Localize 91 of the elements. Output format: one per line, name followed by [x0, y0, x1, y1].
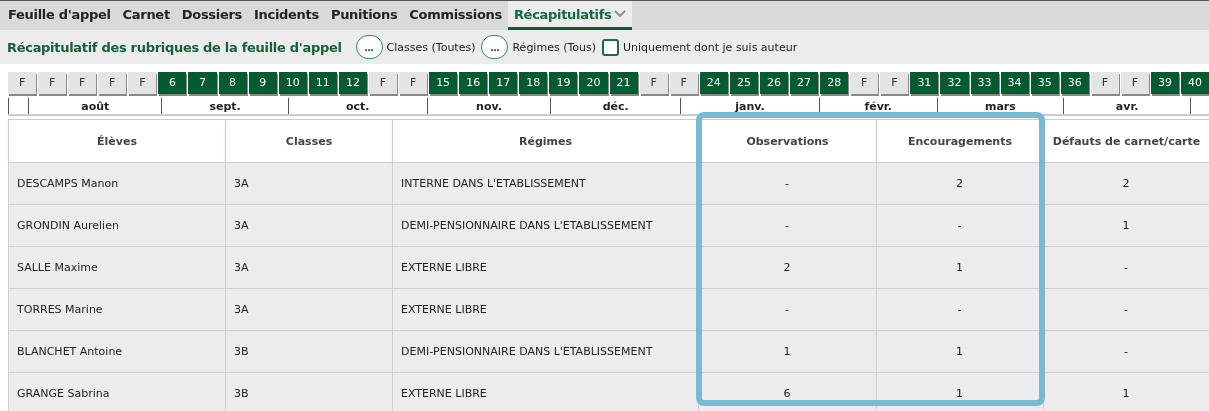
week-cell[interactable]: 28: [820, 72, 849, 94]
page-title: Récapitulatif des rubriques de la feuille d'appel: [7, 39, 342, 55]
tab[interactable]: Punitions: [324, 1, 404, 30]
tab[interactable]: Dossiers: [175, 1, 249, 30]
table-cell: -: [1043, 246, 1209, 289]
week-cell[interactable]: 39: [1150, 72, 1180, 94]
table-cell: 1: [1043, 204, 1209, 247]
filter-label: Classes (Toutes): [386, 40, 476, 54]
table-cell: EXTERNE LIBRE: [392, 246, 699, 289]
week-cell[interactable]: 19: [549, 72, 578, 94]
week-cell[interactable]: 12: [338, 72, 367, 94]
month-label: janv.: [735, 100, 765, 113]
week-cell[interactable]: 33: [970, 72, 999, 94]
week-cell[interactable]: F: [68, 72, 97, 94]
week-cell[interactable]: 24: [699, 72, 728, 94]
tab[interactable]: Incidents: [248, 1, 325, 30]
week-cell[interactable]: 17: [489, 72, 518, 94]
week-cell[interactable]: F: [850, 72, 879, 94]
week-cell[interactable]: 32: [940, 72, 969, 94]
table-cell: 3A: [225, 288, 393, 331]
month-label: avr.: [1115, 100, 1139, 113]
tab[interactable]: Commissions: [403, 1, 508, 30]
month-label: sept.: [209, 100, 241, 113]
table-cell: EXTERNE LIBRE: [392, 288, 699, 331]
week-cell[interactable]: F: [8, 72, 37, 94]
table-cell: 2: [1043, 162, 1209, 205]
column-header[interactable]: Défauts de carnet/carte: [1043, 119, 1209, 163]
month-label: août: [81, 100, 110, 113]
table-cell: DESCAMPS Manon: [8, 162, 226, 205]
week-cell[interactable]: F: [880, 72, 909, 94]
table-cell: -: [1043, 330, 1209, 373]
tab[interactable]: Carnet: [116, 1, 176, 30]
filter-label: Régimes (Tous): [512, 40, 596, 54]
column-header[interactable]: Régimes: [392, 119, 699, 163]
tab[interactable]: Récapitulatifs: [507, 1, 632, 30]
month-label: mars: [984, 100, 1016, 113]
week-cell[interactable]: 10: [278, 72, 307, 94]
week-cell[interactable]: 6: [158, 72, 187, 94]
month-label: févr.: [864, 100, 892, 113]
table-cell: GRANGE Sabrina: [8, 372, 226, 411]
week-cell[interactable]: F: [98, 72, 127, 94]
week-cell[interactable]: F: [1120, 72, 1149, 94]
table-cell: SALLE Maxime: [8, 246, 226, 289]
week-cell[interactable]: 35: [1030, 72, 1059, 94]
table-cell: 3B: [225, 372, 393, 411]
column-header[interactable]: Classes: [225, 119, 393, 163]
checkbox-label: Uniquement dont je suis auteur: [623, 40, 798, 54]
week-cell[interactable]: 26: [759, 72, 789, 94]
week-cell[interactable]: 27: [790, 72, 819, 94]
week-cell[interactable]: 9: [248, 72, 277, 94]
table-cell: 1: [1043, 372, 1209, 411]
week-cell[interactable]: 36: [1060, 72, 1089, 94]
week-cell[interactable]: 11: [308, 72, 337, 94]
week-cell[interactable]: 8: [218, 72, 247, 94]
week-cell[interactable]: F: [639, 72, 668, 94]
table-cell: INTERNE DANS L'ETABLISSEMENT: [392, 162, 699, 205]
table-cell: 3A: [225, 204, 393, 247]
table-cell: -: [1043, 288, 1209, 331]
week-cell[interactable]: F: [368, 72, 397, 94]
week-cell[interactable]: F: [669, 72, 698, 94]
week-cell[interactable]: 16: [459, 72, 488, 94]
week-cell[interactable]: 18: [519, 72, 548, 94]
table-cell: EXTERNE LIBRE: [392, 372, 699, 411]
week-cell[interactable]: F: [399, 72, 428, 94]
table-cell: 3A: [225, 246, 393, 289]
table-cell: DEMI-PENSIONNAIRE DANS L'ETABLISSEMENT: [392, 204, 699, 247]
week-cell[interactable]: 31: [910, 72, 939, 94]
table-cell: 3B: [225, 330, 393, 373]
table-cell: TORRES Marine: [8, 288, 226, 331]
column-header[interactable]: Élèves: [8, 119, 226, 163]
checkbox[interactable]: [602, 38, 619, 56]
week-cell[interactable]: 21: [609, 72, 638, 94]
week-cell[interactable]: F: [1090, 72, 1119, 94]
table-cell: BLANCHET Antoine: [8, 330, 226, 373]
month-label: oct.: [346, 100, 370, 113]
week-cell[interactable]: 15: [429, 72, 458, 94]
filter-button[interactable]: ...: [355, 35, 383, 59]
week-cell[interactable]: 20: [579, 72, 608, 94]
month-label: nov.: [476, 100, 502, 113]
table-cell: GRONDIN Aurelien: [8, 204, 226, 247]
week-cell[interactable]: F: [38, 72, 67, 94]
month-label: déc.: [602, 100, 629, 113]
tab[interactable]: Feuille d'appel: [2, 1, 117, 30]
table-cell: 3A: [225, 162, 393, 205]
week-cell[interactable]: 34: [1000, 72, 1029, 94]
week-cell[interactable]: F: [128, 72, 157, 94]
table-cell: DEMI-PENSIONNAIRE DANS L'ETABLISSEMENT: [392, 330, 699, 373]
week-cell[interactable]: 7: [188, 72, 217, 94]
filter-button[interactable]: ...: [481, 35, 509, 59]
week-cell[interactable]: 25: [729, 72, 758, 94]
week-cell[interactable]: 40: [1181, 72, 1209, 94]
